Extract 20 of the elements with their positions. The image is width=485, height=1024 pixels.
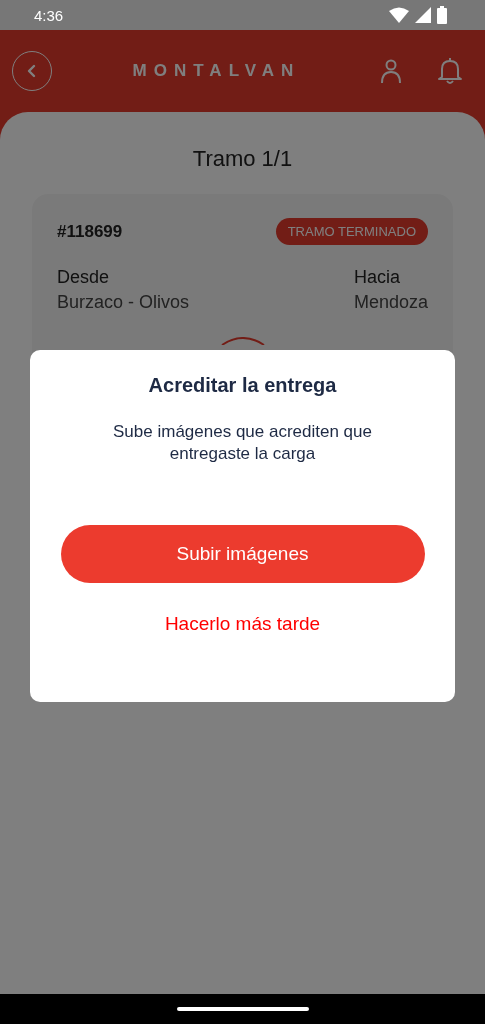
notifications-icon[interactable] xyxy=(437,57,463,85)
page-title: Tramo 1/1 xyxy=(191,146,294,172)
upload-images-button[interactable]: Subir imágenes xyxy=(60,525,425,583)
status-badge: TRAMO TERMINADO xyxy=(275,218,428,245)
from-value: Burzaco - Olivos xyxy=(57,292,190,313)
battery-icon xyxy=(437,6,447,24)
brand-logo: MONTALVAN xyxy=(131,61,302,81)
to-label: Hacia xyxy=(353,267,401,288)
dialog-title: Acreditar la entrega xyxy=(148,374,337,397)
dialog-message: Sube imágenes que acrediten que entregaste la carga xyxy=(112,421,373,465)
route-marker-icon xyxy=(220,337,265,345)
home-handle[interactable] xyxy=(176,1007,309,1011)
trip-number: #118699 xyxy=(57,221,123,242)
from-label: Desde xyxy=(57,267,111,288)
status-time: 4:36 xyxy=(34,6,64,24)
wifi-icon xyxy=(389,7,409,23)
signal-icon xyxy=(415,7,431,23)
later-link[interactable]: Hacerlo más tarde xyxy=(164,613,321,635)
to-value: Mendoza xyxy=(353,292,428,313)
user-icon[interactable] xyxy=(379,58,403,84)
